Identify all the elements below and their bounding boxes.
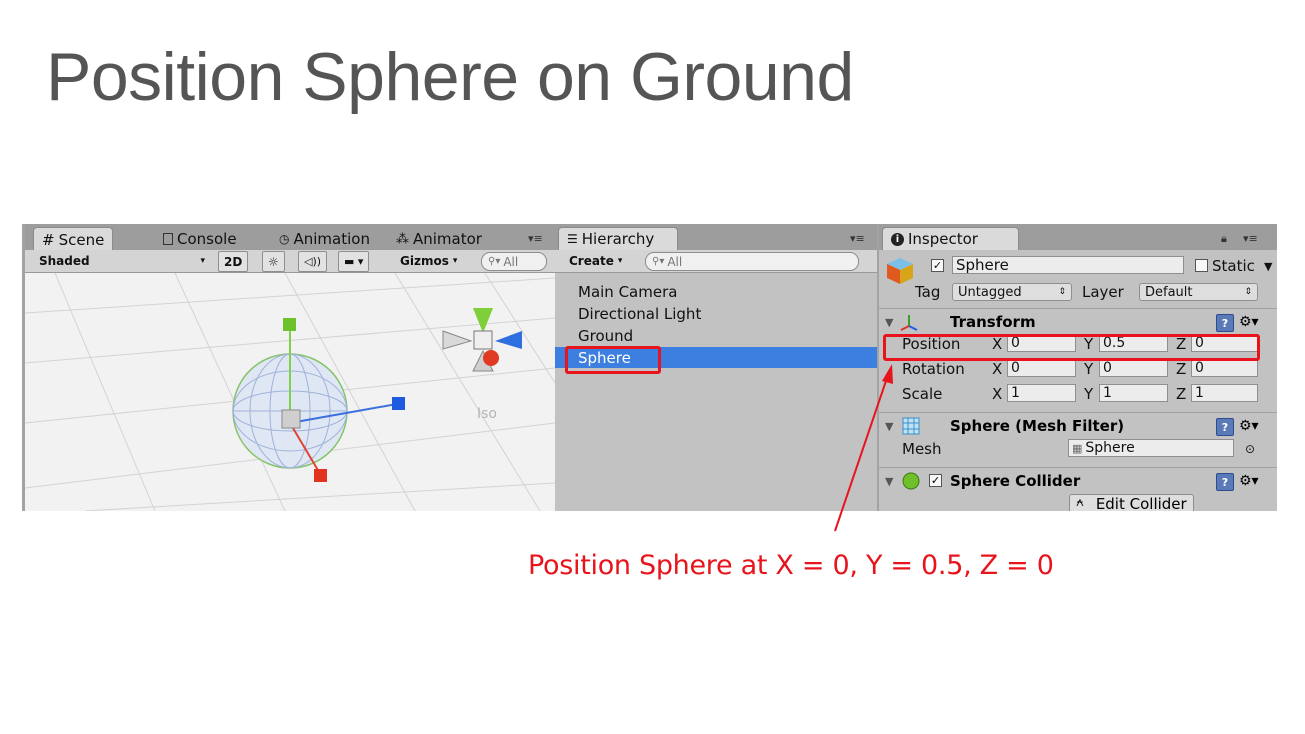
callout-arrow (834, 364, 893, 532)
instruction-note: Position Sphere at X = 0, Y = 0.5, Z = 0 (528, 550, 1054, 581)
